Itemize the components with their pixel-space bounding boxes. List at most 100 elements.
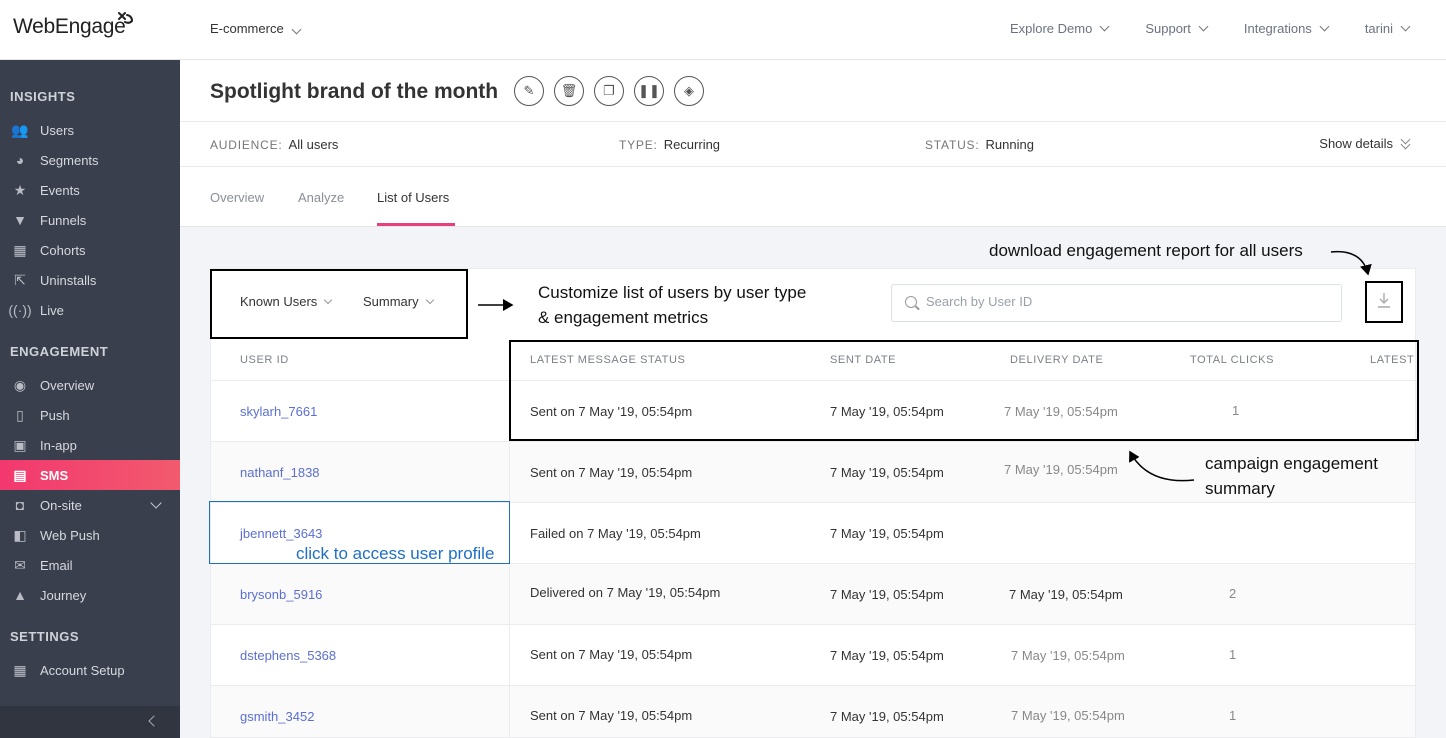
sidebar-item-label: Segments [40,152,99,168]
table-row: brysonb_5916 Delivered on 7 May '19, 05:… [211,564,1415,625]
sidebar-item-cohorts[interactable]: ▦ Cohorts [0,235,180,265]
chevron-down-icon [1198,21,1209,32]
sidebar-collapse-bar[interactable] [0,706,180,738]
sidebar-item-push[interactable]: ▯ Push [0,400,180,430]
sidebar-item-label: Events [40,182,80,198]
sidebar-item-journey[interactable]: ▲ Journey [0,580,180,610]
nav-integrations[interactable]: Integrations [1243,21,1330,36]
tag-icon: ◈ [684,83,694,98]
search-box [891,284,1342,322]
cell-sent-date: 7 May '19, 05:54pm [830,526,944,541]
pause-button[interactable]: ❚❚ [634,76,664,106]
sidebar-item-label: Web Push [40,527,100,543]
annotation-customize-line2: & engagement metrics [538,308,709,327]
top-nav: Explore Demo Support Integrations tarini [1010,21,1446,36]
table-row: dstephens_5368 Sent on 7 May '19, 05:54p… [211,625,1415,686]
search-input[interactable] [926,294,1326,309]
nav-user-menu[interactable]: tarini [1365,21,1411,36]
sidebar-item-label: Cohorts [40,242,86,258]
sms-icon: ▤ [13,466,27,483]
sidebar-item-users[interactable]: 👥 Users [0,115,180,145]
tab-list-of-users[interactable]: List of Users [377,190,449,205]
section-insights: INSIGHTS [10,89,76,104]
double-chevron-down-icon [1400,134,1411,150]
sidebar-item-label: Push [40,407,70,423]
grid-icon: ▦ [13,241,27,258]
chevron-down-icon [1099,21,1110,32]
cell-status: Sent on 7 May '19, 05:54pm [530,647,693,662]
user-id-link[interactable]: dstephens_5368 [240,648,336,663]
cell-status: Sent on 7 May '19, 05:54pm [530,708,693,723]
meta-value: All users [288,137,339,152]
sidebar-item-label: In-app [40,437,77,453]
nav-label: Support [1145,21,1191,36]
eye-icon: ◉ [13,376,27,393]
sidebar-item-on-site[interactable]: ◘ On-site [0,490,180,520]
sidebar: INSIGHTS 👥 Users ◕ Segments ★ Events ▼ Funne… [0,60,180,738]
chevron-down-icon[interactable] [150,497,162,509]
pause-icon: ❚❚ [638,83,660,98]
logo-mark-icon [118,12,134,24]
user-id-link[interactable]: gsmith_3452 [240,709,314,724]
grid-icon: ▦ [13,661,27,678]
col-user-id[interactable]: USER ID [240,354,289,366]
project-label: E-commerce [210,21,284,36]
funnel-icon: ▼ [13,212,27,228]
logo[interactable]: WebEngage [13,15,126,39]
live-icon: ((·)) [8,302,32,318]
annotation-summary-line2: summary [1205,479,1275,498]
nav-label: Integrations [1243,21,1312,36]
delete-icon: 🗑 [560,83,578,98]
cell-sent-date: 7 May '19, 05:54pm [830,648,944,663]
user-id-link[interactable]: brysonb_5916 [240,587,322,602]
sidebar-item-email[interactable]: ✉ Email [0,550,180,580]
show-details-button[interactable]: Show details [1319,134,1411,151]
sidebar-item-overview[interactable]: ◉ Overview [0,370,180,400]
section-settings: SETTINGS [10,629,80,644]
sidebar-item-events[interactable]: ★ Events [0,175,180,205]
project-selector[interactable]: E-commerce [210,21,302,36]
meta-key: STATUS: [925,138,980,152]
annotation-customize-line1: Customize list of users by user type [538,283,807,302]
sidebar-item-in-app[interactable]: ▣ In-app [0,430,180,460]
tag-button[interactable]: ◈ [674,76,704,106]
meta-type: TYPE: Recurring [619,137,720,152]
tab-overview[interactable]: Overview [210,190,264,205]
nav-explore-demo[interactable]: Explore Demo [1010,21,1110,36]
inapp-icon: ▣ [13,436,27,453]
user-id-link[interactable]: skylarh_7661 [240,404,317,419]
edit-button[interactable]: ✎ [514,76,544,106]
copy-button[interactable]: ❐ [594,76,624,106]
active-tab-indicator [377,223,455,226]
sidebar-item-sms[interactable]: ▤ SMS [0,460,180,490]
annotation-download-text: download engagement report for all users [989,241,1303,260]
chevron-down-icon [1319,21,1330,32]
show-details-label: Show details [1319,136,1393,151]
nav-support[interactable]: Support [1145,21,1209,36]
push-icon: ▯ [16,406,24,423]
sidebar-item-segments[interactable]: ◕ Segments [0,145,180,175]
sidebar-item-label: Funnels [40,212,87,228]
campaign-header: Spotlight brand of the month ✎ 🗑 ❐ ❚❚ ◈ … [180,60,1446,227]
sidebar-item-live[interactable]: ((·)) Live [0,295,180,325]
section-engagement: ENGAGEMENT [10,344,109,359]
sidebar-item-account-setup[interactable]: ▦ Account Setup [0,655,180,685]
tab-analyze[interactable]: Analyze [298,190,344,205]
cell-sent-date: 7 May '19, 05:54pm [830,465,944,480]
cell-delivery-date: 7 May '19, 05:54pm [1009,587,1123,602]
meta-audience: AUDIENCE: All users [210,137,338,152]
user-id-link[interactable]: nathanf_1838 [240,465,320,480]
sidebar-item-uninstalls[interactable]: ⇱ Uninstalls [0,265,180,295]
sidebar-item-label: Users [40,122,74,138]
sidebar-item-web-push[interactable]: ◧ Web Push [0,520,180,550]
delete-button[interactable]: 🗑 [554,76,584,106]
chevron-left-icon[interactable] [148,715,160,727]
sidebar-item-funnels[interactable]: ▼ Funnels [0,205,180,235]
annotation-profile-text: click to access user profile [296,544,495,563]
sidebar-item-label: On-site [40,497,82,513]
sidebar-item-label: SMS [40,467,69,483]
edit-icon: ✎ [523,83,535,98]
meta-status: STATUS: Running [925,137,1034,152]
cell-status: Delivered on 7 May '19, 05:54pm [530,585,721,600]
sidebar-item-label: Overview [40,377,95,393]
